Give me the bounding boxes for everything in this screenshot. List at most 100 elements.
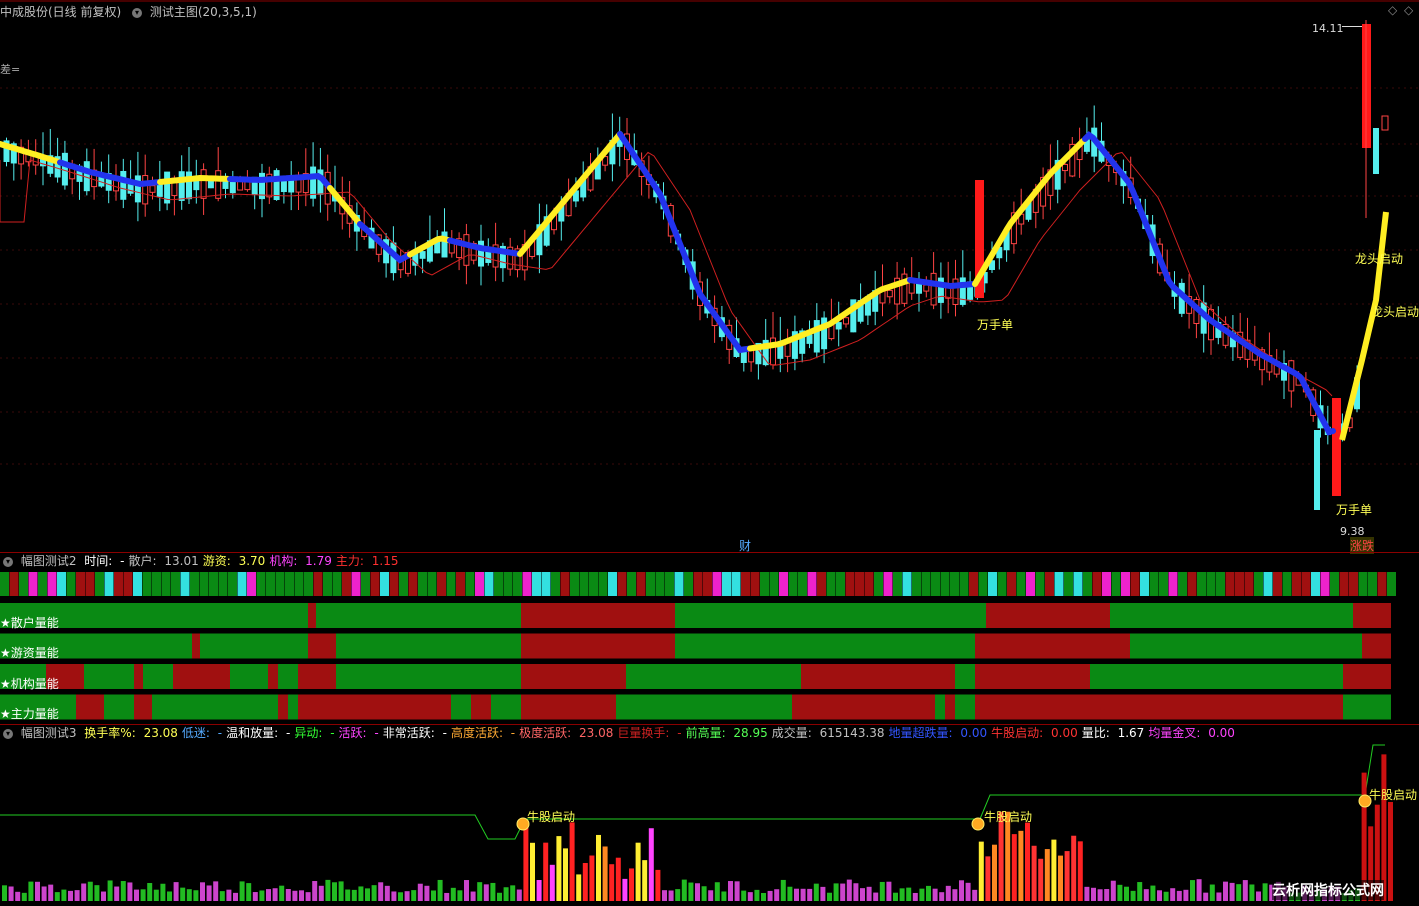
volume-bar [1025, 822, 1030, 901]
field-label: 高度活跃: [450, 726, 503, 740]
band-cell [1292, 572, 1301, 596]
volume-bar [1084, 886, 1090, 901]
energy-band [143, 664, 173, 689]
band-cell [1045, 572, 1054, 596]
field-label: 前高量: [685, 726, 726, 740]
volume-bar [68, 890, 73, 901]
volume-bar [318, 885, 324, 901]
band-cell [551, 572, 560, 596]
energy-bars[interactable] [0, 569, 1419, 725]
candle-body [83, 161, 90, 192]
band-cell [1035, 572, 1045, 596]
candlestick-chart[interactable] [0, 0, 1419, 552]
band-cell [598, 572, 608, 596]
energy-band [935, 694, 945, 720]
energy-band [104, 694, 134, 720]
turnover-chart[interactable] [0, 741, 1419, 906]
volume-bar [569, 822, 575, 901]
volume-bar [497, 892, 502, 901]
field-label: 牛股启动: [991, 726, 1044, 740]
energy-band [792, 694, 935, 720]
band-cell [769, 572, 779, 596]
volume-bar [1163, 891, 1169, 901]
band-cell [893, 572, 902, 596]
field-label: 非常活跃: [382, 726, 435, 740]
pane3-title[interactable]: 幅图测试3 [21, 726, 77, 740]
volume-bar [345, 889, 351, 901]
band-cell [693, 572, 703, 596]
band-cell [313, 572, 323, 596]
pane3-fields: 换手率%: 23.08 低迷: - 温和放量: - 异动: - 活跃: - 非常活跃: -… [84, 726, 1239, 740]
header-field: 时间: - [84, 554, 124, 568]
collapse-icon[interactable]: ▾ [3, 556, 13, 567]
band-cell [190, 572, 199, 596]
band-cell [513, 572, 522, 596]
band-cell [104, 572, 114, 596]
band-cell [541, 572, 551, 596]
volume-bar [431, 890, 436, 901]
band-cell [1273, 572, 1282, 596]
field-label: 游资: [202, 554, 231, 568]
energy-band [278, 694, 288, 720]
field-value: - [116, 554, 125, 568]
volume-bar [622, 878, 628, 901]
band-cell [342, 572, 351, 596]
band-cell [712, 572, 722, 596]
ma-thick-line [157, 174, 231, 185]
band-cell [1244, 572, 1254, 596]
candles [3, 20, 1389, 510]
field-label: 量比: [1081, 726, 1110, 740]
volume-bar [424, 885, 430, 901]
band-cell [9, 572, 19, 596]
volume-bar [1262, 883, 1268, 901]
band-cell [1111, 572, 1121, 596]
band-cell [627, 572, 636, 596]
band-cell [1216, 572, 1225, 596]
candle-body [1381, 115, 1389, 131]
energy-band [308, 633, 336, 659]
annotation-wanshoudan: 万手单 [977, 318, 1014, 332]
field-label: 地量超跌量: [888, 726, 953, 740]
candle-body [835, 322, 842, 330]
band-cell [1168, 572, 1178, 596]
candle-body [310, 166, 317, 199]
band-cell [608, 572, 617, 596]
volume-bar [675, 889, 681, 901]
band-cell [798, 572, 807, 596]
header-field: 主力: 1.15 [336, 554, 399, 568]
bull-start-marker: 牛股启动 [984, 810, 1033, 824]
volume-bar [556, 836, 562, 901]
energy-band [986, 603, 1110, 628]
ma-thick-line [1339, 211, 1389, 441]
field-value: 3.70 [234, 554, 266, 568]
header-field: 前高量: 28.95 [686, 726, 768, 740]
volume-bar [1203, 892, 1209, 901]
volume-bar [87, 881, 93, 901]
volume-bar [1157, 890, 1162, 901]
volume-bar [272, 888, 278, 901]
volume-bar [160, 883, 166, 901]
band-cell [883, 572, 893, 596]
candle-body [207, 180, 214, 189]
field-label: 极度活跃: [519, 726, 572, 740]
volume-bar [219, 891, 225, 901]
volume-bar [543, 842, 549, 901]
band-cell [1140, 572, 1149, 596]
volume-bar [549, 864, 555, 901]
volume-bar [147, 883, 153, 901]
band-cell [399, 572, 408, 596]
band-cell [1178, 572, 1187, 596]
field-value: - [326, 726, 335, 740]
pane2-title[interactable]: 幅图测试2 [21, 554, 77, 568]
row-label-main: ★主力量能 [0, 707, 59, 721]
volume-bar [807, 888, 813, 901]
field-label: 散户: [128, 554, 157, 568]
collapse-icon[interactable]: ▾ [3, 728, 13, 739]
band-cell [1387, 572, 1396, 596]
energy-band [626, 664, 801, 689]
volume-bar [576, 874, 582, 901]
volume-bar [226, 889, 232, 901]
volume-bar [1124, 886, 1129, 901]
volume-bar [978, 841, 984, 901]
field-value: - [438, 726, 447, 740]
